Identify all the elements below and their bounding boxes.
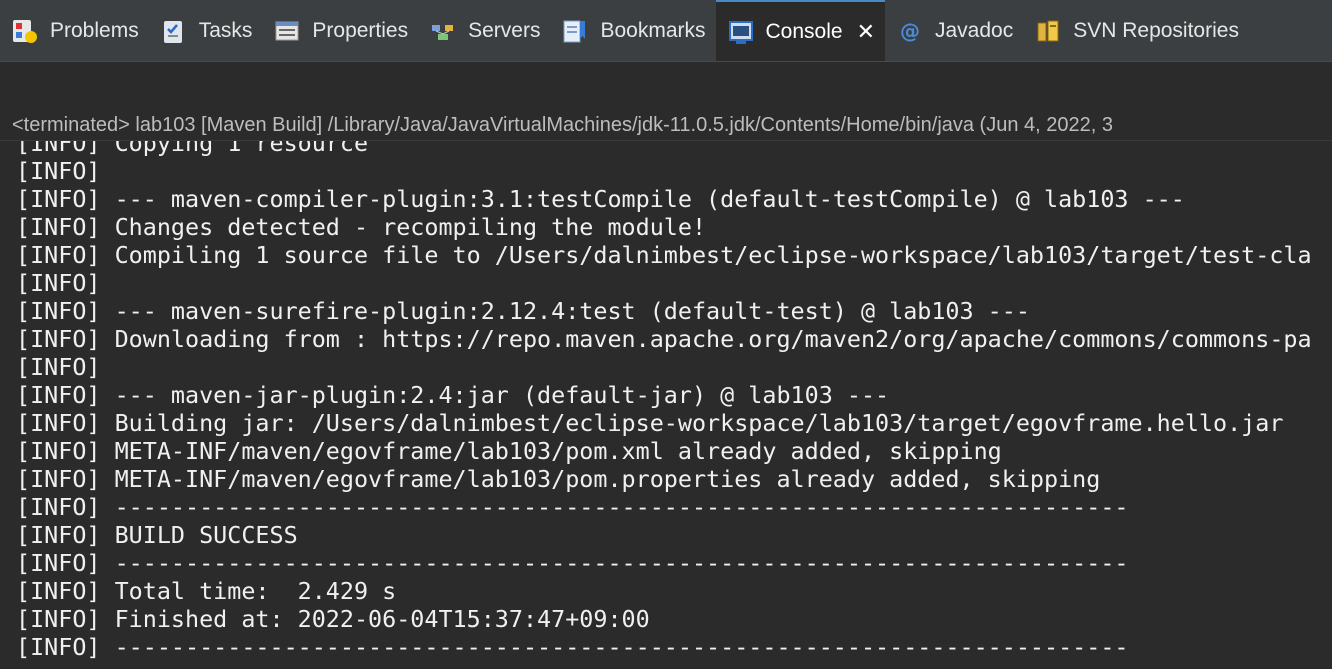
- console-line: [INFO]: [16, 269, 101, 297]
- tab-console[interactable]: Console ✕: [715, 0, 885, 61]
- javadoc-icon: @: [895, 16, 925, 46]
- tab-problems[interactable]: Problems: [0, 0, 149, 61]
- tab-label: Problems: [50, 18, 139, 42]
- console-line: [INFO] Total time: 2.429 s: [16, 577, 397, 605]
- properties-icon: [272, 16, 302, 46]
- problems-icon: [10, 16, 40, 46]
- tab-label: Servers: [468, 18, 541, 42]
- process-status-line: <terminated> lab103 [Maven Build] /Libra…: [12, 114, 1113, 136]
- tab-label: Javadoc: [935, 18, 1014, 42]
- console-line: [INFO] Finished at: 2022-06-04T15:37:47+…: [16, 605, 650, 633]
- console-icon: [726, 17, 756, 47]
- console-line: [INFO] Changes detected - recompiling th…: [16, 213, 707, 241]
- console-text: [INFO] Copying 1 resource [INFO] [INFO] --…: [16, 140, 1312, 661]
- tab-tasks[interactable]: Tasks: [149, 0, 263, 61]
- console-line: [INFO] Downloading from : https://repo.m…: [16, 325, 1312, 353]
- close-icon[interactable]: ✕: [857, 20, 875, 43]
- console-toolbar-area: [0, 62, 1332, 110]
- tab-label: Console: [765, 19, 843, 43]
- tab-label: SVN Repositories: [1073, 18, 1239, 42]
- view-tab-bar: Problems Tasks Properties Servers Bookma…: [0, 0, 1332, 62]
- tab-label: Properties: [312, 18, 409, 42]
- tab-bookmarks[interactable]: Bookmarks: [550, 0, 715, 61]
- console-line: [INFO] META-INF/maven/egovframe/lab103/p…: [16, 465, 1101, 493]
- console-line: [INFO] ---------------------------------…: [16, 549, 1129, 577]
- console-output[interactable]: [INFO] Copying 1 resource [INFO] [INFO] --…: [0, 140, 1332, 669]
- console-line: [INFO] Compiling 1 source file to /Users…: [16, 241, 1312, 269]
- tab-javadoc[interactable]: @ Javadoc: [885, 0, 1023, 61]
- svg-text:@: @: [900, 19, 920, 43]
- servers-icon: [428, 16, 458, 46]
- tab-svn-repositories[interactable]: SVN Repositories: [1023, 0, 1249, 61]
- bookmarks-icon: [560, 16, 590, 46]
- console-line: [INFO] --- maven-compiler-plugin:3.1:tes…: [16, 185, 1185, 213]
- console-line: [INFO] --- maven-jar-plugin:2.4:jar (def…: [16, 381, 890, 409]
- svn-repositories-icon: [1033, 16, 1063, 46]
- console-line: [INFO] META-INF/maven/egovframe/lab103/p…: [16, 437, 1002, 465]
- console-line: [INFO] ---------------------------------…: [16, 633, 1129, 661]
- console-line: [INFO] ---------------------------------…: [16, 493, 1129, 521]
- console-line: [INFO] --- maven-surefire-plugin:2.12.4:…: [16, 297, 1030, 325]
- tab-label: Tasks: [198, 18, 253, 42]
- console-line: [INFO]: [16, 157, 101, 185]
- console-line: [INFO] Building jar: /Users/dalnimbest/e…: [16, 409, 1284, 437]
- console-line: [INFO] Copying 1 resource: [16, 140, 369, 157]
- tab-label: Bookmarks: [600, 18, 706, 42]
- tab-servers[interactable]: Servers: [418, 0, 550, 61]
- console-line: [INFO]: [16, 353, 101, 381]
- tab-properties[interactable]: Properties: [262, 0, 418, 61]
- console-line: [INFO] BUILD SUCCESS: [16, 521, 298, 549]
- tasks-icon: [159, 16, 189, 46]
